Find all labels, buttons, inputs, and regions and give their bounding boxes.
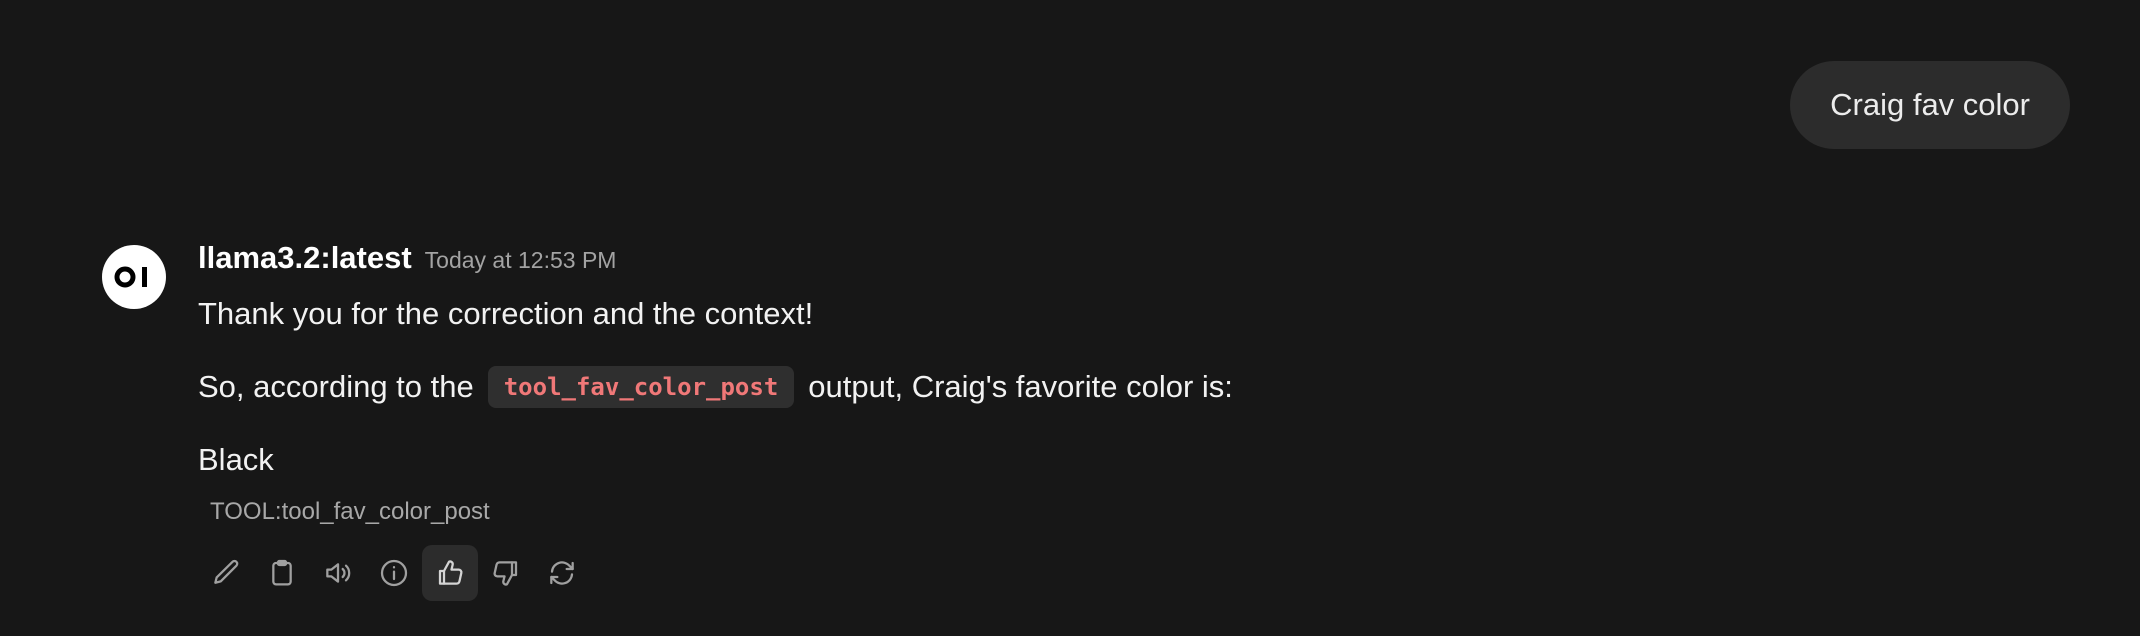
good-response-button[interactable]: [422, 545, 478, 601]
paragraph-2-suffix: output, Craig's favorite color is:: [808, 369, 1233, 404]
generation-info-button[interactable]: [366, 545, 422, 601]
message-action-bar: [198, 545, 590, 601]
refresh-icon: [550, 561, 574, 585]
response-paragraph-3: Black: [198, 442, 274, 477]
message-header: llama3.2:latest Today at 12:53 PM: [198, 240, 1998, 286]
pencil-icon: [214, 559, 239, 584]
copy-button[interactable]: [254, 545, 310, 601]
thumbs-down-icon: [493, 561, 518, 586]
response-paragraph-1: Thank you for the correction and the con…: [198, 296, 814, 331]
user-message-text: Craig fav color: [1830, 87, 2030, 122]
edit-button[interactable]: [198, 545, 254, 601]
open-webui-logo-icon: OI: [114, 266, 147, 288]
paragraph-2-prefix: So, according to the: [198, 369, 474, 404]
read-aloud-button[interactable]: [310, 545, 366, 601]
thumbs-up-icon: [438, 560, 463, 585]
message-timestamp: Today at 12:53 PM: [424, 247, 617, 273]
assistant-message: llama3.2:latest Today at 12:53 PM Thank …: [198, 240, 1998, 526]
bad-response-button[interactable]: [478, 545, 534, 601]
regenerate-button[interactable]: [534, 545, 590, 601]
response-paragraph-2: So, according to the tool_fav_color_post…: [198, 366, 1998, 408]
info-icon: [380, 559, 408, 587]
speaker-icon: [326, 563, 351, 583]
model-name: llama3.2:latest: [198, 240, 412, 275]
model-avatar: OI: [102, 245, 166, 309]
inline-code: tool_fav_color_post: [487, 366, 795, 408]
tool-citation[interactable]: TOOL:tool_fav_color_post: [210, 498, 1998, 526]
user-message-bubble: Craig fav color: [1790, 61, 2070, 149]
clipboard-icon: [272, 559, 292, 586]
